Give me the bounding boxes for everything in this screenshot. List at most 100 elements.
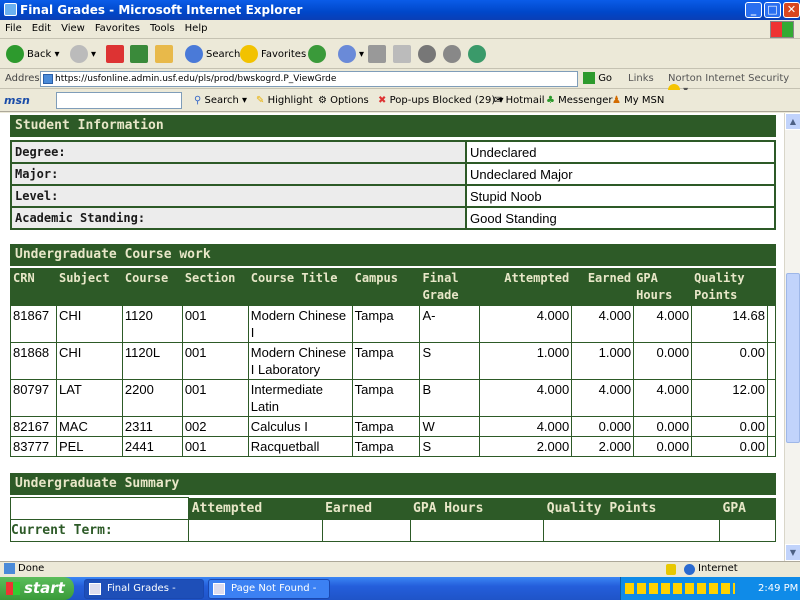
star-icon [240,45,258,63]
tray-icons[interactable] [625,583,735,594]
back-button[interactable]: Back ▾ [6,44,59,65]
messenger-button[interactable]: ♣ Messenger [546,95,612,106]
col-course-title: Course Title [247,268,353,306]
page-done-icon [4,563,15,574]
ie-icon [213,583,225,595]
col-final-grade: Final Grade [419,268,481,306]
summary-col-quality-points: Quality Points [543,497,720,520]
status-text: Done [18,563,45,574]
coursework-table: CRN Subject Course Section Course Title … [10,268,777,457]
menu-file[interactable]: File [0,20,27,37]
ie-icon [4,3,17,16]
menu-view[interactable]: View [56,20,90,37]
popups-blocked-button[interactable]: ✖ Pop-ups Blocked (29) ▾ [378,95,504,106]
refresh-button[interactable] [130,44,151,65]
close-button[interactable]: ✕ [783,2,800,18]
clock: 2:49 PM [758,583,799,594]
window-title-bar: Final Grades - Microsoft Internet Explor… [0,0,800,20]
summary-col-gpa-hours: GPA Hours [410,497,544,520]
messenger-icon: ♣ [546,95,555,106]
vertical-scrollbar[interactable]: ▲ ▼ [784,113,800,561]
messenger-toolbar-button[interactable] [468,44,489,65]
task-final-grades[interactable]: Final Grades - Micros... [84,579,204,599]
page-icon [43,74,53,84]
info-row-standing: Academic Standing: Good Standing [10,206,776,230]
minimize-button[interactable]: _ [745,2,762,18]
scroll-down-arrow-icon[interactable]: ▼ [785,544,800,561]
mail-icon: ✉ [494,95,503,106]
menu-help[interactable]: Help [180,20,213,37]
options-icon: ⚙ [318,95,327,106]
research-button[interactable] [418,44,439,65]
table-row: 81867 CHI 1120 001 Modern Chinese I Tampa A- 4.… [10,305,777,343]
hotmail-button[interactable]: ✉ Hotmail [494,95,545,106]
forward-button[interactable]: ▾ [70,44,96,65]
edit-button[interactable] [393,44,414,65]
table-row: 80797 LAT 2200 001 Intermediate Latin Tampa B 4… [10,379,777,417]
table-row: 82167 MAC 2311 002 Calculus I Tampa W 4.000 0.00… [10,416,777,437]
zone-text: Internet [698,563,738,574]
col-gpa-hours: GPA Hours [633,268,693,306]
go-button[interactable]: Go [583,72,612,84]
globe-icon [684,564,695,575]
col-spacer [766,268,777,306]
home-button[interactable] [155,44,176,65]
back-arrow-icon [6,45,24,63]
printer-icon [368,45,386,63]
print-button[interactable] [368,44,389,65]
stop-icon [106,45,124,63]
page-content: Student Information Degree: Undeclared Ma… [0,113,784,561]
menu-edit[interactable]: Edit [27,20,56,37]
favorites-button[interactable]: Favorites [240,44,306,65]
address-bar: Address https://usfonline.admin.usf.edu/… [0,69,800,96]
status-bar: Done Internet [0,561,800,577]
summary-col-blank [10,497,189,520]
messenger-icon [468,45,486,63]
col-campus: Campus [351,268,421,306]
summary-col-attempted: Attempted [188,497,323,520]
options-button[interactable]: ⚙ Options [318,95,369,106]
lock-icon [666,564,676,575]
col-earned: Earned [571,268,635,306]
search-icon: ⚲ [194,95,202,106]
history-icon [308,45,326,63]
maximize-button[interactable]: □ [764,2,781,18]
forward-arrow-icon [70,45,88,63]
window-title: Final Grades - Microsoft Internet Explor… [20,3,303,17]
browser-toolbar: Back ▾ ▾ Search Favorites ▾ [0,40,800,69]
summary-table: Attempted Earned GPA Hours Quality Point… [10,497,776,542]
discuss-button[interactable] [443,44,464,65]
msn-search-input[interactable] [56,92,182,109]
coursework-header-row: CRN Subject Course Section Course Title … [10,268,777,306]
system-tray: 2:49 PM [620,577,800,600]
links-button[interactable]: Links [628,73,654,84]
history-button[interactable] [308,44,329,65]
table-row: 83777 PEL 2441 001 Racquetball Tampa S 2.000 2.0… [10,436,777,457]
address-input[interactable]: https://usfonline.admin.usf.edu/pls/prod… [40,71,578,87]
stop-button[interactable] [106,44,127,65]
info-row-degree: Degree: Undeclared [10,140,776,164]
menu-favorites[interactable]: Favorites [90,20,145,37]
edit-icon [393,45,411,63]
menu-tools[interactable]: Tools [145,20,180,37]
highlight-button[interactable]: ✎ Highlight [256,95,313,106]
windows-logo-icon [770,21,794,38]
coursework-heading: Undergraduate Course work [10,244,776,266]
go-arrow-icon [583,72,595,84]
student-info-heading: Student Information [10,115,776,137]
scroll-up-arrow-icon[interactable]: ▲ [785,113,800,130]
search-button[interactable]: Search [185,44,240,65]
col-section: Section [181,268,249,306]
mail-button[interactable]: ▾ [338,44,364,65]
start-button[interactable]: start [0,577,74,600]
msn-search-button[interactable]: ⚲ Search ▾ [194,95,247,106]
task-page-not-found[interactable]: Page Not Found - 40... [208,579,330,599]
summary-col-gpa: GPA [719,497,776,520]
scroll-thumb[interactable] [786,273,800,443]
address-url: https://usfonline.admin.usf.edu/pls/prod… [55,74,337,84]
mymsn-button[interactable]: ♟ My MSN [612,95,664,106]
info-row-major: Major: Undeclared Major [10,162,776,186]
msn-logo[interactable]: msn [4,94,30,107]
col-attempted: Attempted [479,268,573,306]
summary-col-earned: Earned [322,497,410,520]
